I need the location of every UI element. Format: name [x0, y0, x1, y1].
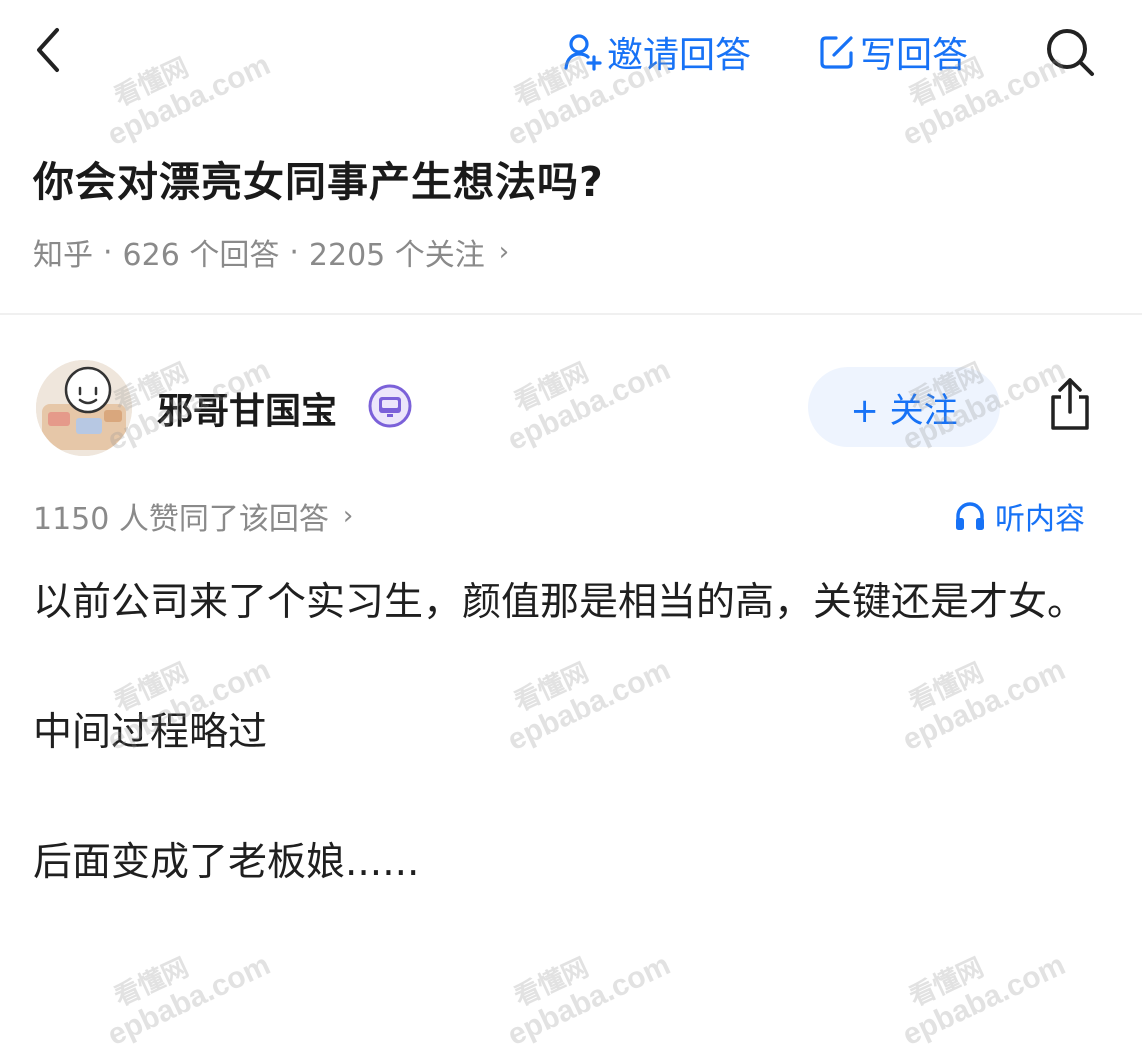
watermark-line1: 看懂网: [509, 951, 593, 1012]
chevron-left-icon: [37, 28, 59, 72]
question-meta[interactable]: 知乎 · 626 个回答 · 2205 个关注 ›: [33, 230, 509, 274]
write-answer-button[interactable]: 写回答: [818, 26, 968, 78]
answer-paragraph: 以前公司来了个实习生，颜值那是相当的高，关键还是才女。: [33, 580, 1087, 625]
watermark-line1: 看懂网: [904, 951, 988, 1012]
author-avatar[interactable]: [36, 360, 132, 456]
watermark: 看懂网 epbaba.com: [885, 894, 1130, 1054]
watermark: 看懂网 epbaba.com: [90, 894, 335, 1054]
share-button[interactable]: [1040, 372, 1100, 436]
invite-answer-label: 邀请回答: [607, 35, 752, 76]
watermark: 看懂网 epbaba.com: [490, 299, 735, 459]
watermark-line2: epbaba.com: [102, 948, 276, 1052]
share-icon: [1051, 378, 1089, 430]
watermark-line2: epbaba.com: [502, 948, 676, 1052]
meta-separator: ·: [103, 234, 113, 270]
meta-separator: ·: [289, 234, 299, 270]
question-source: 知乎: [33, 238, 93, 273]
invite-user-icon: [564, 34, 602, 71]
watermark-line2: epbaba.com: [502, 353, 676, 457]
vote-count-text: 1150 人赞同了该回答: [33, 502, 329, 537]
headphones-icon: [956, 502, 984, 530]
follow-button-label: + 关注: [850, 390, 958, 431]
section-divider: [0, 313, 1142, 315]
answer-paragraph: 后面变成了老板娘......: [33, 840, 420, 885]
watermark: 看懂网 epbaba.com: [490, 894, 735, 1054]
write-answer-label: 写回答: [860, 35, 969, 76]
question-title[interactable]: 你会对漂亮女同事产生想法吗?: [33, 148, 604, 208]
followers-count: 2205 个关注: [308, 238, 485, 273]
listen-button[interactable]: 听内容: [953, 494, 1085, 538]
watermark-line2: epbaba.com: [897, 948, 1071, 1052]
chevron-right-icon: ›: [498, 237, 510, 267]
invite-answer-button[interactable]: 邀请回答: [563, 26, 751, 78]
watermark: 看懂网 epbaba.com: [90, 299, 335, 459]
back-button[interactable]: [26, 22, 70, 78]
edit-icon: [820, 36, 853, 69]
vote-count-line[interactable]: 1150 人赞同了该回答 ›: [33, 494, 353, 538]
author-badge-icon[interactable]: [368, 384, 412, 428]
top-nav-bar: 邀请回答 写回答: [0, 0, 1142, 110]
watermark-line1: 看懂网: [109, 951, 193, 1012]
answer-paragraph: 中间过程略过: [33, 710, 268, 755]
listen-label: 听内容: [995, 502, 1085, 537]
watermark-line1: 看懂网: [509, 356, 593, 417]
follow-button[interactable]: + 关注: [808, 367, 1000, 447]
answer-body: 以前公司来了个实习生，颜值那是相当的高，关键还是才女。 中间过程略过 后面变成了…: [33, 565, 1108, 901]
chevron-right-icon: ›: [342, 501, 354, 531]
search-button[interactable]: [1040, 22, 1100, 82]
search-icon: [1047, 29, 1094, 76]
author-name[interactable]: 邪哥甘国宝: [157, 382, 337, 434]
answers-count: 626 个回答: [122, 238, 280, 273]
avatar-illustration: [36, 360, 132, 456]
